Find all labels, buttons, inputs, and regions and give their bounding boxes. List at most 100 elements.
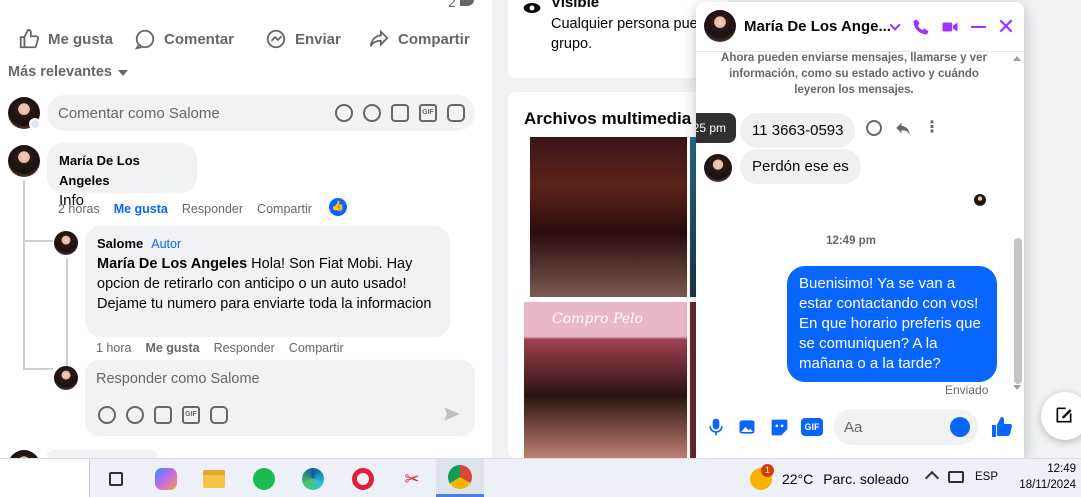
reply-like-link[interactable]: Me gusta <box>145 341 199 355</box>
reply-arrow-icon[interactable] <box>894 119 912 137</box>
reply-time[interactable]: 1 hora <box>96 341 131 355</box>
avatar-sticker-icon[interactable] <box>98 406 116 424</box>
comment-author-avatar[interactable] <box>8 145 40 177</box>
message-input[interactable]: Aa <box>834 409 978 445</box>
reply-tools: GIF <box>98 406 228 424</box>
comment-input[interactable]: Comentar como Salome GIF <box>47 95 475 131</box>
video-icon[interactable] <box>939 16 961 38</box>
scroll-up-arrow[interactable] <box>1013 56 1021 61</box>
clock[interactable]: 12:49 18/11/2024 <box>1006 461 1076 493</box>
reply-connector <box>23 240 53 242</box>
sort-dropdown[interactable]: Más relevantes <box>8 64 128 80</box>
avatar-sticker-icon[interactable] <box>335 104 353 122</box>
snipping-tool-icon[interactable]: ✂ <box>398 465 426 493</box>
comment-like-link[interactable]: Me gusta <box>114 202 168 216</box>
thumbs-up-icon <box>19 28 40 49</box>
reply-author-avatar[interactable] <box>54 231 78 255</box>
thread-line <box>23 180 25 370</box>
delivery-status: Enviado <box>945 383 989 397</box>
visibility-card: Visible Cualquier persona pue grupo. <box>508 0 728 78</box>
opera-icon[interactable] <box>349 465 377 493</box>
sort-label: Más relevantes <box>8 64 112 80</box>
reply-composer-connector <box>23 368 53 370</box>
file-explorer-icon[interactable] <box>200 465 228 493</box>
send-button[interactable]: Enviar <box>265 28 341 50</box>
spotify-icon[interactable] <box>250 465 278 493</box>
comment-time[interactable]: 2 horas <box>58 202 100 216</box>
time-divider: 12:49 pm <box>826 235 876 247</box>
composer-tools: GIF <box>335 104 465 122</box>
reply-reply-link[interactable]: Responder <box>214 341 275 355</box>
sticker-icon[interactable] <box>769 417 790 438</box>
emoji-icon[interactable] <box>363 104 381 122</box>
reply-mention[interactable]: María De Los Angeles <box>97 256 247 272</box>
share-button[interactable]: Compartir <box>368 28 470 50</box>
chat-composer: GIF Aa <box>696 404 1024 452</box>
message-incoming-sorry[interactable]: Perdón ese es <box>740 149 861 184</box>
edge-icon[interactable] <box>299 465 327 493</box>
reply-share-link[interactable]: Compartir <box>289 341 344 355</box>
task-view-icon[interactable] <box>102 465 130 493</box>
gif-icon[interactable]: GIF <box>419 104 437 122</box>
like-reaction-icon: 👍 <box>329 198 347 216</box>
like-button[interactable]: Me gusta <box>18 28 113 50</box>
reply-input[interactable]: Responder como Salome GIF <box>85 360 475 436</box>
image-icon[interactable] <box>736 417 758 437</box>
react-emoji-icon[interactable] <box>866 120 882 136</box>
media-thumb-1[interactable] <box>530 137 687 297</box>
comment-button[interactable]: Comentar <box>134 28 234 50</box>
sender-avatar[interactable] <box>704 154 732 182</box>
language-indicator[interactable]: ESP <box>975 471 998 483</box>
reaction-count: 2 <box>448 0 456 10</box>
chevron-down-icon[interactable] <box>884 16 906 38</box>
send-label: Enviar <box>295 30 341 48</box>
send-arrow-icon[interactable] <box>443 405 461 423</box>
new-message-button[interactable] <box>1041 392 1081 440</box>
minimize-icon[interactable] <box>967 16 989 38</box>
message-incoming-phone[interactable]: 11 3663-0593 <box>740 113 856 148</box>
reply-input-placeholder: Responder como Salome <box>96 371 260 387</box>
gif-icon[interactable]: GIF <box>801 418 823 436</box>
reply-composer-avatar[interactable] <box>54 366 78 390</box>
chat-scrollbar[interactable] <box>1014 238 1022 384</box>
comment-share-link[interactable]: Compartir <box>257 202 312 216</box>
gif-icon[interactable]: GIF <box>182 406 200 424</box>
media-thumb-3[interactable]: Compro Pelo <box>524 302 687 458</box>
visibility-title: Visible <box>551 0 600 11</box>
weather-widget[interactable]: 1 22°C Parc. soleado <box>750 464 910 493</box>
comment-reply-link[interactable]: Responder <box>182 202 243 216</box>
messenger-chat-window: María De Los Ange... ✕ Ahora pueden envi… <box>696 2 1024 458</box>
phone-icon[interactable] <box>910 16 932 38</box>
camera-icon[interactable] <box>391 104 409 122</box>
clock-time: 12:49 <box>1047 463 1076 475</box>
chrome-icon[interactable] <box>436 459 484 497</box>
weather-desc: Parc. soleado <box>823 471 909 487</box>
media-title[interactable]: Archivos multimedia r <box>524 109 703 129</box>
avatar-status-dot <box>29 118 41 130</box>
microphone-icon[interactable] <box>706 416 726 438</box>
contact-name[interactable]: María De Los Ange... <box>744 18 891 35</box>
close-icon[interactable]: ✕ <box>995 16 1017 38</box>
visibility-desc-line-1: Cualquier persona pue <box>551 16 698 32</box>
comment-bubble-icon <box>134 29 155 50</box>
sticker-icon[interactable] <box>447 104 465 122</box>
sticker-icon[interactable] <box>210 406 228 424</box>
comment-author[interactable]: María De Los Angeles <box>59 151 185 191</box>
emoji-icon[interactable] <box>126 406 144 424</box>
thumbs-up-send-icon[interactable] <box>990 415 1014 439</box>
reply-author[interactable]: Salome <box>97 234 143 254</box>
camera-icon[interactable] <box>154 406 172 424</box>
copilot-icon[interactable] <box>152 465 180 493</box>
scroll-down-arrow[interactable] <box>1013 385 1021 390</box>
tray-chevron-up-icon[interactable] <box>924 470 940 486</box>
post-feed: 2 Me gusta Comentar Enviar Compartir Más… <box>0 0 492 458</box>
taskbar-search[interactable] <box>0 459 90 497</box>
emoji-icon[interactable] <box>950 417 970 437</box>
message-outgoing[interactable]: Buenisimo! Ya se van a estar contactando… <box>787 266 997 382</box>
message-actions: ⋮ <box>866 119 940 137</box>
more-options-icon[interactable]: ⋮ <box>924 120 940 136</box>
comment-input-placeholder: Comentar como Salome <box>58 105 220 122</box>
share-arrow-icon <box>369 29 389 47</box>
network-icon[interactable] <box>948 471 964 483</box>
contact-avatar[interactable] <box>704 10 736 42</box>
